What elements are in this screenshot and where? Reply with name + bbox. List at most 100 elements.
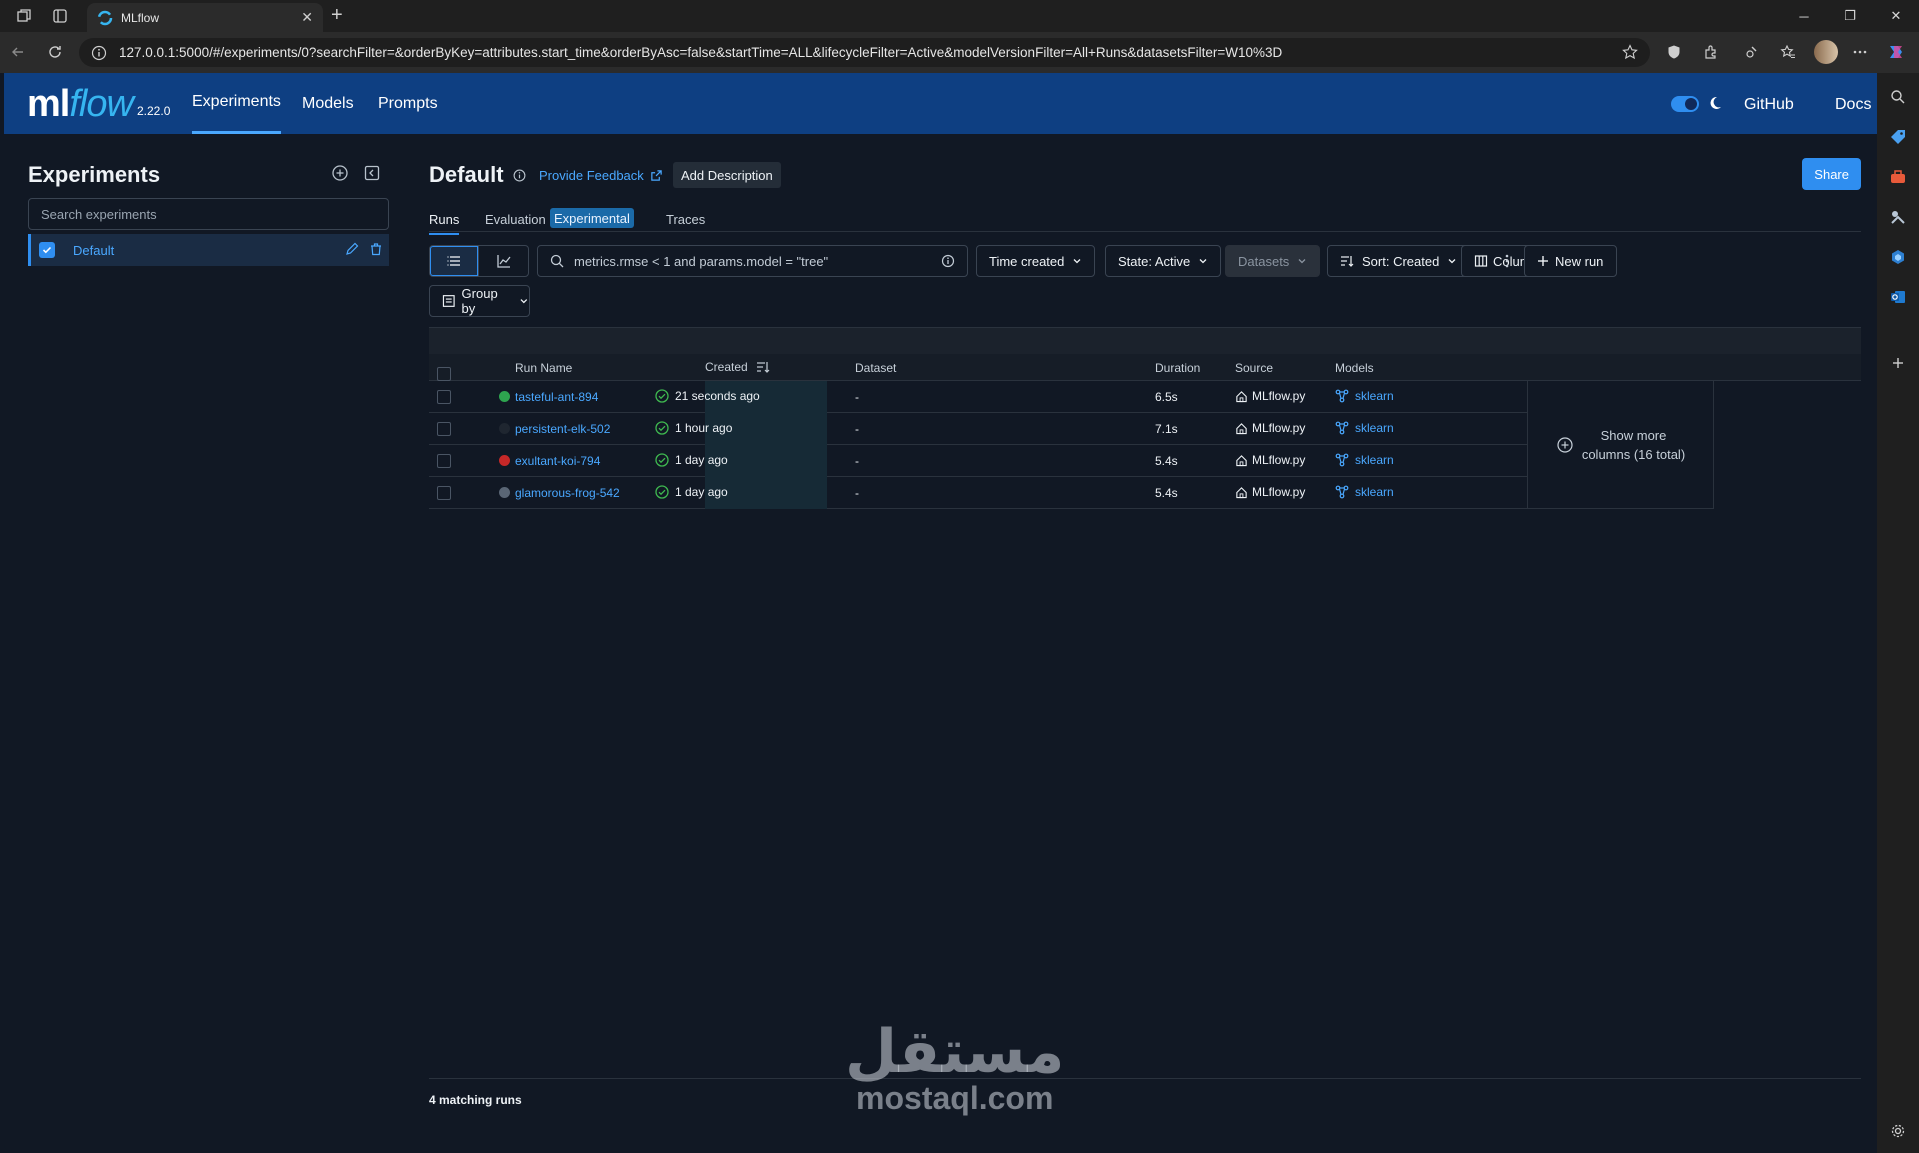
url-field[interactable]: 127.0.0.1:5000/#/experiments/0?searchFil… [79,38,1650,67]
settings-gear-icon[interactable] [1888,1121,1908,1141]
run-color-dot[interactable] [499,391,510,402]
run-status: 21 seconds ago [655,389,760,403]
profile-avatar[interactable] [1814,40,1838,64]
new-tab-icon[interactable]: + [331,4,343,27]
shield-extension-icon[interactable] [1664,42,1684,62]
collapse-sidebar-icon[interactable] [363,164,381,182]
info-icon[interactable] [513,169,526,182]
outlook-icon[interactable] [1888,287,1908,307]
tab-actions-icon[interactable] [48,4,72,28]
header-duration[interactable]: Duration [1155,361,1200,375]
create-experiment-icon[interactable] [331,164,349,182]
row-checkbox[interactable] [437,486,451,500]
provide-feedback-link[interactable]: Provide Feedback [539,168,663,183]
chart-view-icon[interactable] [479,246,528,276]
tab-runs[interactable]: Runs [429,212,460,235]
header-source[interactable]: Source [1235,361,1273,375]
sidebar-item-default[interactable]: Default [28,234,389,266]
docs-link[interactable]: Docs [1835,96,1871,114]
sort-dropdown[interactable]: Sort: Created [1327,245,1471,277]
favorite-star-icon[interactable] [1622,44,1638,60]
share-button[interactable]: Share [1802,158,1861,190]
table-row[interactable]: exultant-koi-794 1 day ago - 5.4s MLflow… [429,445,1527,477]
nav-prompts[interactable]: Prompts [378,73,438,134]
extensions-icon[interactable] [1701,42,1721,62]
back-icon[interactable] [8,42,28,62]
refresh-icon[interactable] [45,42,65,62]
run-name-link[interactable]: persistent-elk-502 [515,422,610,436]
site-info-icon[interactable] [91,45,107,61]
run-color-dot[interactable] [499,455,510,466]
source-cell[interactable]: MLflow.py [1235,453,1305,467]
table-row[interactable]: glamorous-frog-542 1 day ago - 5.4s MLfl… [429,477,1527,509]
state-dropdown[interactable]: State: Active [1105,245,1222,277]
more-actions-icon[interactable] [1505,253,1509,269]
new-run-button[interactable]: New run [1524,245,1617,277]
add-sidebar-app-icon[interactable] [1888,353,1908,373]
run-color-dot[interactable] [499,487,510,498]
header-run-name[interactable]: Run Name [515,361,572,375]
dark-mode-toggle[interactable] [1671,96,1699,112]
sort-icon [1341,256,1354,267]
tools-briefcase-icon[interactable] [1888,167,1908,187]
tracking-icon[interactable] [1742,42,1762,62]
experiment-checkbox[interactable] [39,242,55,258]
search-icon[interactable] [1888,87,1908,107]
run-name-link[interactable]: exultant-koi-794 [515,454,600,468]
select-all-checkbox[interactable] [437,367,451,381]
microsoft365-icon[interactable] [1888,247,1908,267]
add-description-button[interactable]: Add Description [673,162,781,188]
row-checkbox[interactable] [437,390,451,404]
row-checkbox[interactable] [437,422,451,436]
header-models[interactable]: Models [1335,361,1374,375]
model-cell[interactable]: sklearn [1335,421,1394,435]
model-icon [1335,389,1349,403]
time-created-label: Time created [989,253,1065,269]
model-cell[interactable]: sklearn [1335,453,1394,467]
games-icon[interactable] [1888,207,1908,227]
copilot-icon[interactable] [1886,42,1906,62]
datasets-dropdown[interactable]: Datasets [1225,245,1321,277]
favorites-icon[interactable] [1778,42,1798,62]
source-cell[interactable]: MLflow.py [1235,485,1305,499]
table-view-icon[interactable] [430,246,480,276]
nav-experiments[interactable]: Experiments [192,73,281,134]
browser-tab[interactable]: MLflow ✕ [87,3,323,32]
show-more-line1: Show more [1600,427,1667,443]
show-more-columns-button[interactable]: Show more columns (16 total) [1527,381,1714,509]
run-filter-input[interactable]: metrics.rmse < 1 and params.model = "tre… [537,245,968,277]
time-created-dropdown[interactable]: Time created [976,245,1096,277]
model-icon [1335,485,1349,499]
close-window-icon[interactable]: ✕ [1873,0,1919,32]
filter-info-icon[interactable] [941,254,955,268]
search-experiments-input[interactable]: Search experiments [28,198,389,230]
source-cell[interactable]: MLflow.py [1235,421,1305,435]
edit-pencil-icon[interactable] [345,242,359,256]
run-name-link[interactable]: glamorous-frog-542 [515,486,620,500]
row-checkbox[interactable] [437,454,451,468]
group-by-dropdown[interactable]: Group by [429,285,530,317]
minimize-icon[interactable]: ─ [1781,0,1827,32]
tab-traces[interactable]: Traces [666,212,705,227]
shopping-tag-icon[interactable] [1888,127,1908,147]
nav-models[interactable]: Models [302,73,354,134]
table-row[interactable]: persistent-elk-502 1 hour ago - 7.1s MLf… [429,413,1527,445]
workspaces-icon[interactable] [12,4,36,28]
table-row[interactable]: tasteful-ant-894 21 seconds ago - 6.5s M… [429,381,1527,413]
home-icon [1236,454,1247,466]
source-cell[interactable]: MLflow.py [1235,389,1305,403]
run-color-dot[interactable] [499,423,510,434]
header-dataset[interactable]: Dataset [855,361,896,375]
model-cell[interactable]: sklearn [1335,389,1394,403]
header-created[interactable]: Created [705,360,770,374]
github-link[interactable]: GitHub [1744,96,1794,114]
tab-evaluation[interactable]: Evaluation [485,212,546,227]
run-name-link[interactable]: tasteful-ant-894 [515,390,598,404]
state-label: State: Active [1118,253,1191,269]
close-tab-icon[interactable]: ✕ [301,9,313,26]
more-options-icon[interactable] [1850,42,1870,62]
model-cell[interactable]: sklearn [1335,485,1394,499]
delete-trash-icon[interactable] [369,242,383,256]
mlflow-logo[interactable]: mlflow [27,83,134,126]
restore-icon[interactable]: ❐ [1827,0,1873,32]
